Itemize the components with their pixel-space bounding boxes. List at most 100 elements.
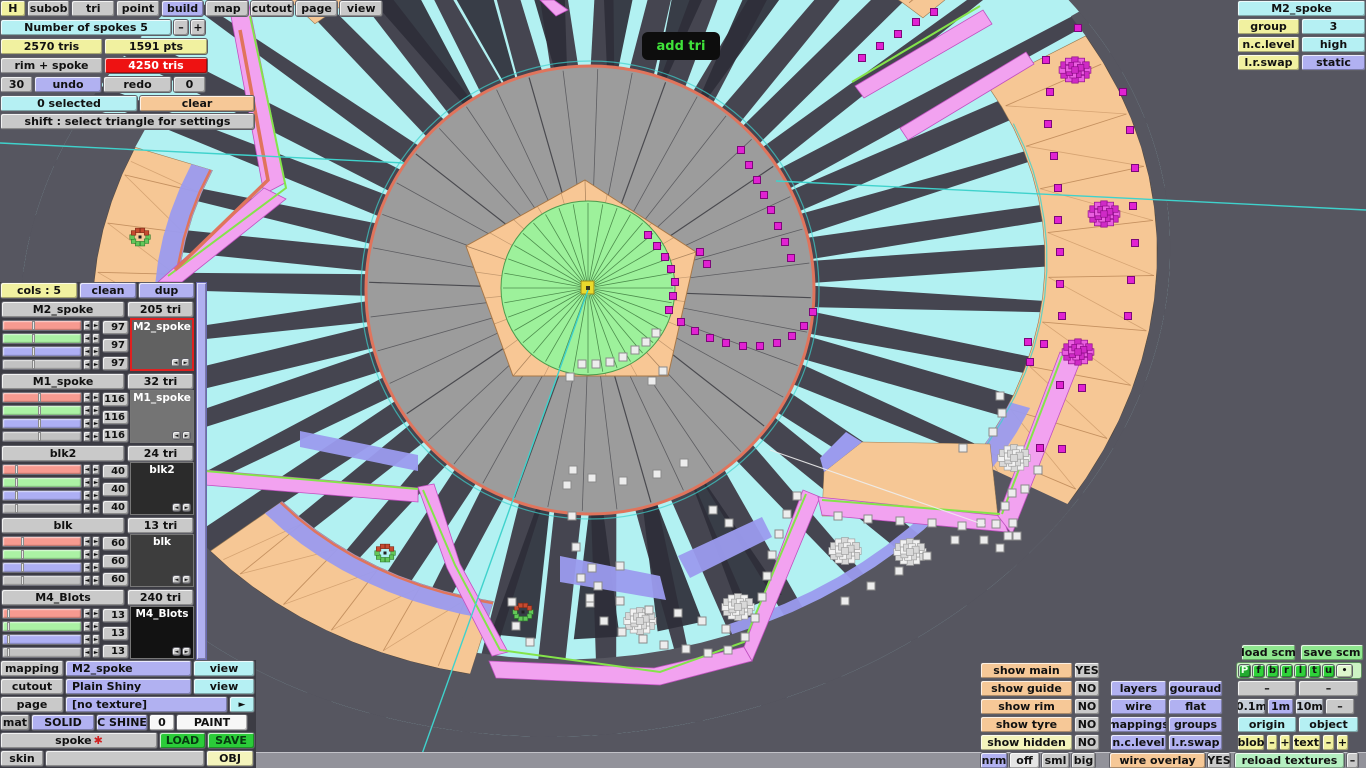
scheme-letter-b[interactable]: b	[1266, 663, 1279, 678]
lrswap-button[interactable]: l.r.swap	[1168, 734, 1223, 751]
channel-value[interactable]: 97	[102, 356, 129, 371]
text-minus-button[interactable]: –	[1322, 734, 1335, 751]
slider-right-arrow[interactable]: ►	[92, 607, 100, 619]
slider-left-arrow[interactable]: ◄	[83, 548, 91, 560]
load-scm-button[interactable]: load scm	[1241, 644, 1296, 661]
slider-thumb[interactable]	[15, 464, 18, 474]
slider-thumb[interactable]	[21, 549, 24, 559]
mapping-value[interactable]: M2_spoke	[65, 660, 192, 677]
rgb-slider[interactable]	[2, 332, 82, 344]
scheme-letter-l[interactable]: l	[1294, 663, 1307, 678]
channel-value[interactable]: 13	[102, 626, 129, 641]
lrswap-value[interactable]: static	[1301, 54, 1366, 71]
show-hidden-value[interactable]: NO	[1074, 734, 1100, 751]
load-button[interactable]: LOAD	[159, 732, 206, 749]
slider-left-arrow[interactable]: ◄	[83, 404, 91, 416]
slider-left-arrow[interactable]: ◄	[83, 607, 91, 619]
show-tyre-value[interactable]: NO	[1074, 716, 1100, 733]
scheme-letter-r[interactable]: r	[1280, 663, 1293, 678]
show-guide-value[interactable]: NO	[1074, 680, 1100, 697]
cutout-view-button[interactable]: view	[193, 678, 255, 695]
menu-item-subob[interactable]: subob	[26, 0, 71, 17]
master-slider[interactable]	[2, 430, 82, 442]
wire-overlay-label[interactable]: wire overlay	[1109, 752, 1206, 768]
rim-spoke-button[interactable]: rim + spoke	[0, 57, 103, 74]
menu-item-cutout[interactable]: cutout	[250, 0, 294, 17]
mat-cshine-button[interactable]: C SHINE	[96, 714, 148, 731]
rgb-slider[interactable]	[2, 404, 82, 416]
grid-10m-button[interactable]: 10m	[1295, 698, 1324, 715]
menu-item-point[interactable]: point	[116, 0, 160, 17]
slider-thumb[interactable]	[15, 490, 18, 500]
nclevel-button[interactable]: n.c.level	[1110, 734, 1167, 751]
material-swatch[interactable]: M1_spoke ◄ ►	[130, 390, 194, 443]
material-name-button[interactable]: M1_spoke	[1, 373, 125, 390]
channel-value[interactable]: 60	[102, 536, 129, 551]
swatch-next-arrow[interactable]: ►	[182, 503, 191, 512]
slider-right-arrow[interactable]: ►	[92, 404, 100, 416]
nrm-big-button[interactable]: big	[1071, 752, 1096, 768]
slider-thumb[interactable]	[32, 346, 35, 356]
slider-thumb[interactable]	[15, 477, 18, 487]
channel-value[interactable]: 60	[102, 572, 129, 587]
slider-left-arrow[interactable]: ◄	[83, 319, 91, 331]
channel-value[interactable]: 97	[102, 320, 129, 335]
slider-thumb[interactable]	[7, 647, 10, 657]
slider-left-arrow[interactable]: ◄	[83, 633, 91, 645]
reload-textures-button[interactable]: reload textures	[1234, 752, 1345, 768]
slider-right-arrow[interactable]: ►	[92, 463, 100, 475]
slider-right-arrow[interactable]: ►	[92, 430, 100, 442]
material-swatch[interactable]: M4_Blots ◄ ►	[130, 606, 194, 659]
slider-left-arrow[interactable]: ◄	[83, 489, 91, 501]
material-name-button[interactable]: blk2	[1, 445, 125, 462]
wire-overlay-value[interactable]: YES	[1207, 752, 1231, 768]
slider-right-arrow[interactable]: ►	[92, 620, 100, 632]
gouraud-button[interactable]: gouraud	[1168, 680, 1223, 697]
mapping-view-button[interactable]: view	[193, 660, 255, 677]
slider-left-arrow[interactable]: ◄	[83, 476, 91, 488]
swatch-next-arrow[interactable]: ►	[182, 431, 191, 440]
mat-paint-button[interactable]: PAINT	[176, 714, 248, 731]
slider-left-arrow[interactable]: ◄	[83, 463, 91, 475]
show-hidden-label[interactable]: show hidden	[980, 734, 1073, 751]
text-plus-button[interactable]: +	[1336, 734, 1349, 751]
slider-left-arrow[interactable]: ◄	[83, 574, 91, 586]
menu-item-tri[interactable]: tri	[71, 0, 116, 17]
cutout-value[interactable]: Plain Shiny	[65, 678, 192, 695]
swatch-prev-arrow[interactable]: ◄	[172, 503, 181, 512]
layers-button[interactable]: layers	[1110, 680, 1167, 697]
slider-right-arrow[interactable]: ►	[92, 345, 100, 357]
menu-item-map[interactable]: map	[205, 0, 250, 17]
master-slider[interactable]	[2, 358, 82, 370]
material-swatch[interactable]: blk ◄ ►	[130, 534, 194, 587]
slider-thumb[interactable]	[38, 392, 41, 402]
show-tyre-label[interactable]: show tyre	[980, 716, 1073, 733]
slider-right-arrow[interactable]: ►	[92, 574, 100, 586]
slider-thumb[interactable]	[7, 608, 10, 618]
slider-right-arrow[interactable]: ►	[92, 489, 100, 501]
object-button[interactable]: object	[1298, 716, 1359, 733]
channel-value[interactable]: 40	[102, 482, 129, 497]
rgb-slider[interactable]	[2, 391, 82, 403]
spokes-minus-button[interactable]: –	[173, 19, 189, 36]
slider-left-arrow[interactable]: ◄	[83, 358, 91, 370]
mat-shine-value[interactable]: 0	[149, 714, 175, 731]
spokes-plus-button[interactable]: +	[190, 19, 206, 36]
slider-left-arrow[interactable]: ◄	[83, 620, 91, 632]
material-name-button[interactable]: blk	[1, 517, 125, 534]
show-rim-value[interactable]: NO	[1074, 698, 1100, 715]
clear-button[interactable]: clear	[139, 95, 255, 112]
slider-right-arrow[interactable]: ►	[92, 502, 100, 514]
materials-scroll-strip[interactable]	[196, 282, 207, 660]
swatch-prev-arrow[interactable]: ◄	[172, 431, 181, 440]
show-rim-label[interactable]: show rim	[980, 698, 1073, 715]
channel-value[interactable]: 116	[102, 410, 129, 425]
groups-button[interactable]: groups	[1168, 716, 1223, 733]
show-guide-label[interactable]: show guide	[980, 680, 1073, 697]
slider-left-arrow[interactable]: ◄	[83, 417, 91, 429]
material-swatch[interactable]: blk2 ◄ ►	[130, 462, 194, 515]
slider-left-arrow[interactable]: ◄	[83, 332, 91, 344]
scheme-letter-t[interactable]: t	[1308, 663, 1321, 678]
blob-label[interactable]: blob	[1237, 734, 1265, 751]
channel-value[interactable]: 13	[102, 608, 129, 623]
